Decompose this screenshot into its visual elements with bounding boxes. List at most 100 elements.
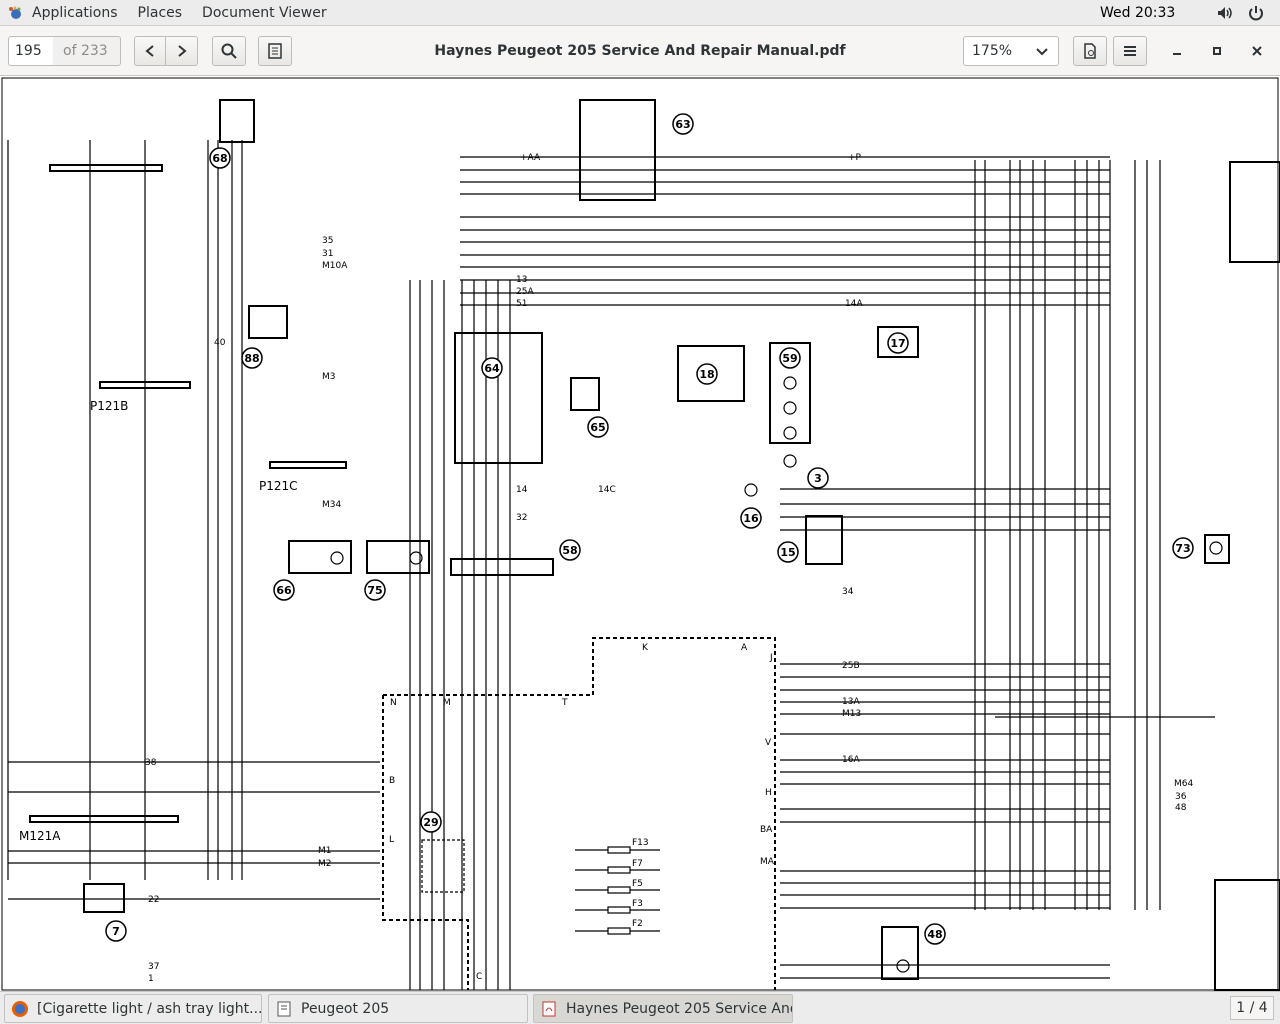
wire-label: 32 [516, 513, 527, 523]
wire-label: M64 [1174, 779, 1193, 789]
wire-label: 14 [516, 485, 528, 495]
power-icon[interactable] [1247, 4, 1265, 22]
document-page[interactable]: 68 63 88 64 65 18 59 17 3 16 15 73 66 75 58 29 7 48 P121B P… [0, 76, 1280, 991]
chevron-left-icon [145, 45, 154, 57]
fuse [607, 846, 631, 854]
component-number: 68 [212, 152, 227, 165]
wire-label: N [390, 698, 397, 708]
component-number: 75 [367, 584, 382, 597]
wire-labels: +AA +P3531M10A1325A51 14AM314M343214C25B13… [145, 153, 1193, 984]
wire-label: 36 [1175, 792, 1187, 802]
component-number: 48 [927, 928, 942, 941]
wire-label: L [389, 835, 394, 845]
top-bar: Applications Places Document Viewer [0, 0, 1280, 26]
component-number: 7 [112, 925, 120, 938]
applications-menu[interactable]: Applications [22, 0, 128, 26]
wire-label: C [476, 972, 482, 982]
component-number: 58 [562, 544, 577, 557]
minimize-icon[interactable] [1170, 44, 1184, 58]
task-peugeot-205[interactable]: Peugeot 205 [268, 994, 528, 1023]
pdf-icon [542, 1001, 556, 1016]
wire-label: 37 [148, 962, 159, 972]
component-labels: 68 63 88 64 65 18 59 17 3 16 15 73 66 75 58 29 7 48 P121B P… [19, 113, 1194, 945]
task-haynes-manual[interactable]: Haynes Peugeot 205 Service And R... [533, 994, 793, 1023]
wire-label: 35 [322, 236, 333, 246]
app-menu[interactable]: Document Viewer [192, 0, 337, 26]
previous-page-button[interactable] [134, 36, 166, 66]
component-number: 15 [780, 546, 795, 559]
close-icon[interactable] [1250, 44, 1264, 58]
volume-icon[interactable] [1216, 4, 1234, 22]
hamburger-icon [1124, 46, 1136, 56]
task-label: Peugeot 205 [301, 1000, 390, 1017]
document-viewer-icon [277, 1001, 291, 1016]
firefox-icon [12, 1000, 28, 1017]
wire-label: 25B [842, 661, 860, 671]
wire-label: T [561, 698, 568, 708]
socket-label: P121C [259, 479, 298, 493]
wire-label: J [769, 653, 773, 663]
gnome-foot-icon[interactable] [8, 6, 22, 20]
page-total: of 233 [53, 36, 121, 66]
component-number: 63 [675, 118, 690, 131]
wire-label: B [389, 776, 395, 786]
sidebar-button[interactable] [258, 36, 292, 66]
chevron-down-icon [1036, 48, 1048, 56]
wire-label: M13 [842, 709, 861, 719]
wire-label: A [741, 643, 748, 653]
wire-label: M10A [322, 261, 348, 271]
component-number: 73 [1175, 542, 1190, 555]
component-number: 29 [423, 816, 438, 829]
zoom-select[interactable]: 175% [963, 36, 1059, 66]
wire-label: MA [760, 857, 775, 867]
wire-label: M [443, 698, 451, 708]
wire-label: F3 [632, 899, 643, 909]
component-number: 16 [743, 512, 759, 525]
wire-label: M2 [318, 859, 332, 869]
wire-label: 31 [322, 249, 333, 259]
wire-label: F5 [632, 879, 643, 889]
wire-label: M1 [318, 846, 332, 856]
wire-label: F7 [632, 859, 643, 869]
menu-button[interactable] [1113, 36, 1147, 66]
component-number: 65 [590, 421, 605, 434]
wire-label: 22 [148, 895, 159, 905]
wire-label: 25A [516, 287, 534, 297]
fuses [575, 846, 660, 935]
wire-label: H [765, 788, 772, 798]
view-mode-button[interactable] [1073, 36, 1107, 66]
wire-label: M34 [322, 500, 341, 510]
wire-label: +P [848, 153, 862, 163]
wire-label: 13 [516, 275, 527, 285]
wire-label: F13 [632, 838, 649, 848]
wire-label: K [642, 643, 649, 653]
component-number: 59 [782, 352, 797, 365]
next-page-button[interactable] [166, 36, 198, 66]
wire-label: 34 [842, 587, 854, 597]
horizontal-wires [8, 156, 1215, 979]
taskbar: [Cigarette light / ash tray light... - B… [0, 991, 1280, 1024]
document-icon [1084, 43, 1096, 59]
zoom-value: 175% [972, 43, 1013, 59]
wire-label: +AA [520, 153, 541, 163]
document-title: Haynes Peugeot 205 Service And Repair Ma… [434, 43, 846, 59]
component-number: 88 [244, 352, 259, 365]
socket-label: M121A [19, 829, 61, 843]
wire-label: 1 [148, 974, 154, 984]
task-label: Haynes Peugeot 205 Service And R... [566, 1000, 792, 1017]
search-button[interactable] [212, 36, 246, 66]
fusebox-outline [383, 637, 776, 990]
component-number: 3 [814, 472, 822, 485]
component-number: 66 [276, 584, 292, 597]
task-firefox[interactable]: [Cigarette light / ash tray light... - B… [4, 994, 262, 1023]
wire-label: 40 [214, 338, 226, 348]
page-number-input[interactable] [8, 36, 54, 66]
workspace-pager[interactable]: 1 / 4 [1230, 996, 1274, 1020]
maximize-icon[interactable] [1210, 44, 1224, 58]
places-menu[interactable]: Places [128, 0, 193, 26]
clock[interactable]: Wed 20:33 [1100, 0, 1175, 26]
wire-label: 14A [845, 299, 863, 309]
socket-label: P121B [90, 399, 128, 413]
component-number: 18 [699, 368, 714, 381]
wire-label: 38 [145, 758, 157, 768]
